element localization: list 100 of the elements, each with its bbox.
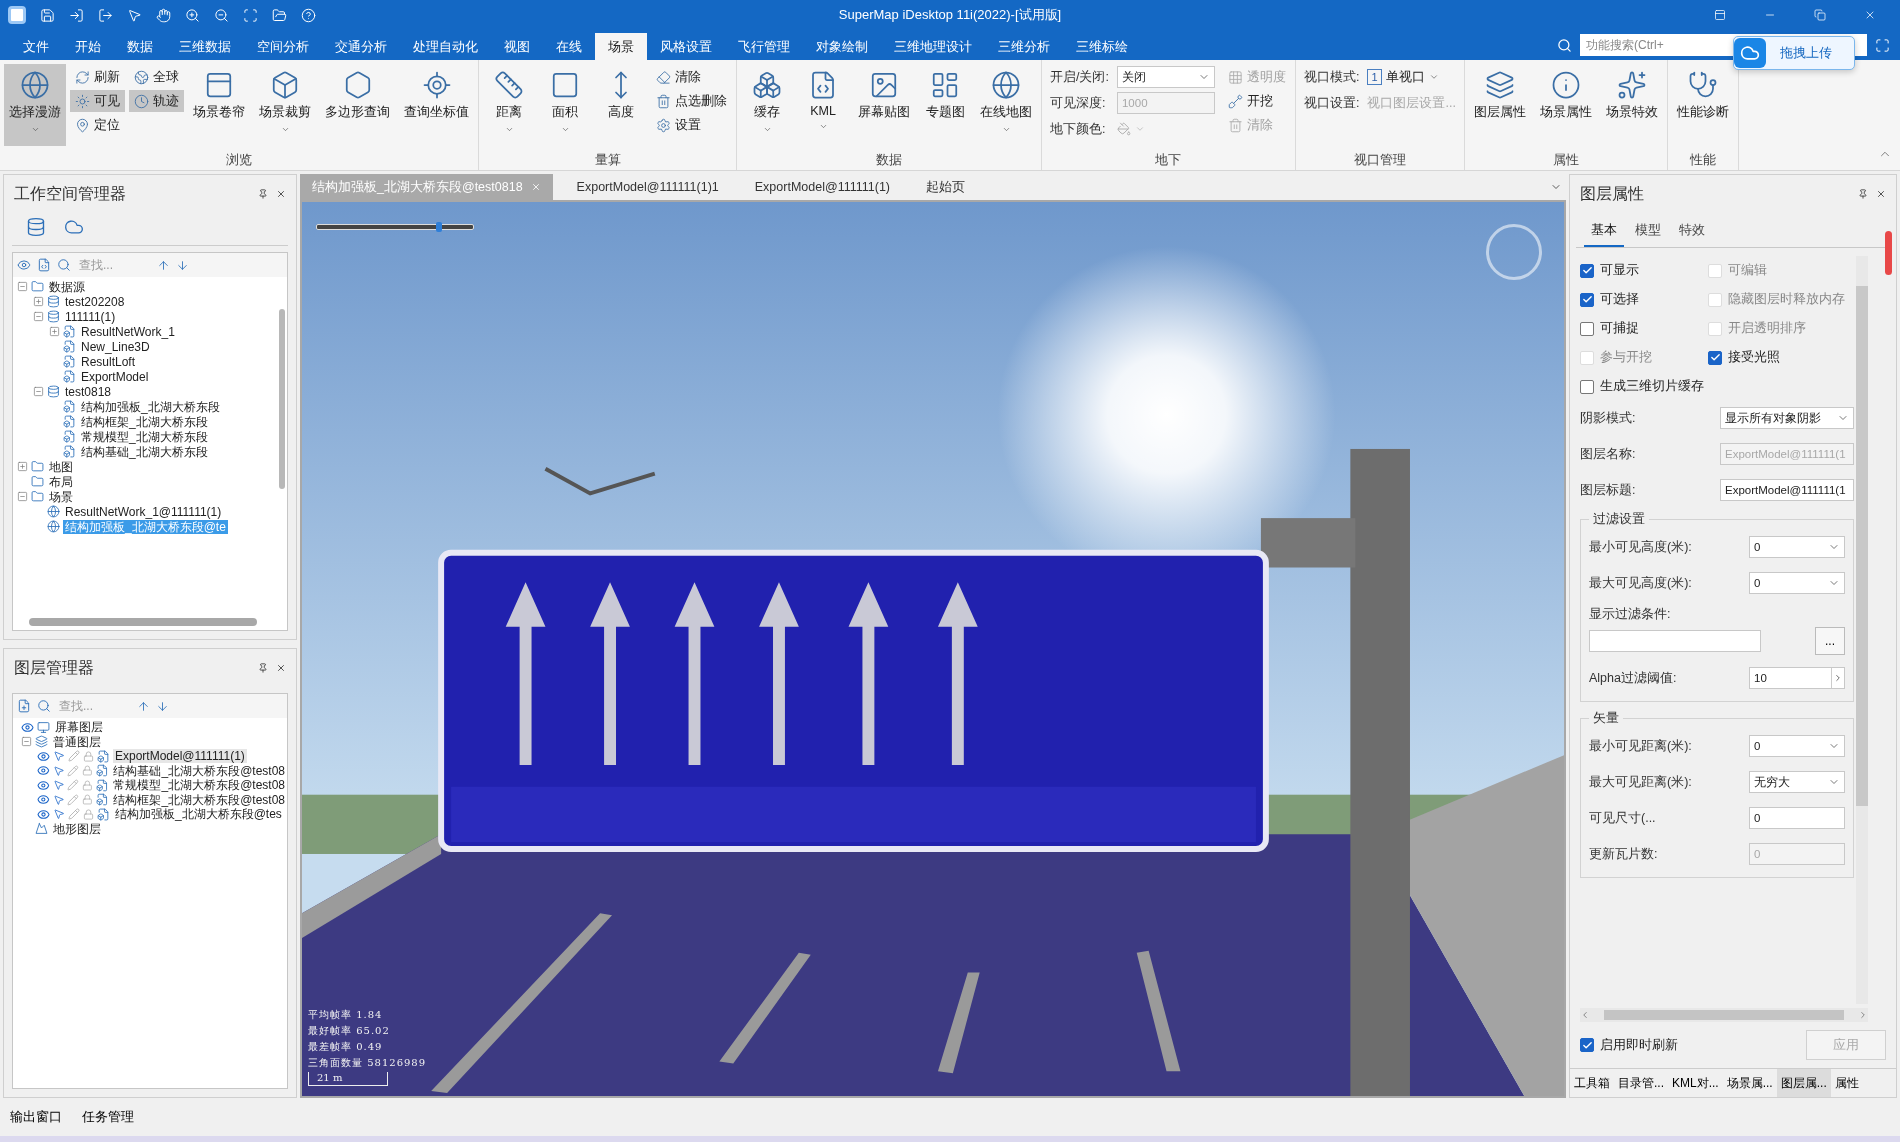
checkbox-option[interactable]: 接受光照 [1708, 349, 1854, 366]
menu-tab[interactable]: 空间分析 [244, 33, 322, 60]
layer-item[interactable]: ExportModel@111111(1) [113, 749, 247, 764]
status-tab[interactable]: 任务管理 [82, 1108, 134, 1126]
menu-tab[interactable]: 飞行管理 [725, 33, 803, 60]
spin-field[interactable]: 10 [1749, 667, 1845, 689]
layer-item[interactable]: 结构加强板_北湖大桥东段@tes [113, 807, 284, 822]
panel-tab[interactable]: 图层属... [1776, 1069, 1831, 1097]
panel-tab[interactable]: 工具箱 [1570, 1069, 1614, 1097]
ribbon-button[interactable]: 场景属性 [1534, 64, 1597, 146]
ribbon-button[interactable]: 图层属性 [1468, 64, 1531, 146]
tree-item[interactable]: 布局 [47, 474, 75, 489]
ribbon-button[interactable]: 多边形查询 [320, 64, 395, 146]
dropdown-field[interactable]: 关闭 [1116, 66, 1215, 88]
tree-item[interactable]: ExportModel [79, 369, 151, 384]
search-field[interactable]: 查找... [77, 257, 151, 273]
tree-item[interactable]: 场景 [47, 489, 75, 504]
status-tab[interactable]: 输出窗口 [10, 1108, 62, 1126]
tree-item[interactable]: ResultNetWork_1 [79, 324, 177, 339]
ribbon-button[interactable]: 缓存 [741, 64, 793, 146]
layer-item[interactable]: 地形图层 [51, 821, 103, 836]
ribbon-button[interactable]: 专题图 [919, 64, 971, 146]
layer-item[interactable]: 常规模型_北湖大桥东段@test08 [111, 778, 287, 793]
tree-item[interactable]: 结构基础_北湖大桥东段 [79, 444, 210, 459]
input-field[interactable]: 0 [1749, 807, 1845, 829]
tree-item[interactable]: 常规模型_北湖大桥东段 [79, 429, 210, 444]
ribbon-button[interactable]: 定位 [70, 114, 125, 136]
menu-tab[interactable]: 处理自动化 [400, 33, 491, 60]
panel-tab[interactable]: 属性 [1830, 1069, 1863, 1097]
dropdown-field[interactable]: 0 [1749, 572, 1845, 594]
menu-tab[interactable]: 风格设置 [647, 33, 725, 60]
menu-tab[interactable]: 视图 [491, 33, 543, 60]
menu-tab[interactable]: 三维地理设计 [881, 33, 985, 60]
checkbox-option[interactable]: 生成三维切片缓存 [1580, 378, 1708, 395]
dropdown-field[interactable]: 0 [1749, 536, 1845, 558]
tree-item[interactable]: test202208 [63, 294, 127, 309]
tree-item[interactable]: 数据源 [47, 279, 87, 294]
viewport-mode-menu[interactable]: 1 单视口 [1367, 66, 1456, 88]
ribbon-button[interactable]: 设置 [651, 114, 732, 136]
panel-tab[interactable]: 模型 [1628, 217, 1668, 247]
checkbox-option[interactable]: 可选择 [1580, 291, 1708, 308]
document-tab[interactable]: ExportModel@111111(1) [742, 174, 902, 200]
menu-tab[interactable]: 三维数据 [166, 33, 244, 60]
upload-popup[interactable]: 拖拽上传 [1733, 36, 1855, 70]
ribbon-button[interactable]: 屏幕贴图 [853, 64, 915, 146]
menu-tab[interactable]: 开始 [62, 33, 114, 60]
ribbon-button[interactable]: 全球 [129, 66, 184, 88]
checkbox-option[interactable]: 可捕捉 [1580, 320, 1708, 337]
ribbon-button[interactable]: 场景特效 [1600, 64, 1663, 146]
ribbon-button[interactable]: 点选删除 [651, 90, 732, 112]
ribbon-button[interactable]: 查询坐标值 [399, 64, 474, 146]
ribbon-button[interactable]: 刷新 [70, 66, 125, 88]
checkbox-option[interactable]: 可显示 [1580, 262, 1708, 279]
panel-tab[interactable]: KML对... [1668, 1069, 1723, 1097]
document-tab[interactable]: 起始页 [914, 174, 977, 200]
menu-tab[interactable]: 场景 [595, 33, 647, 60]
ribbon-button[interactable]: 清除 [651, 66, 732, 88]
ribbon-button[interactable]: 在线地图 [975, 64, 1037, 146]
panel-tab[interactable]: 基本 [1584, 217, 1624, 247]
ribbon-button[interactable]: 面积 [539, 64, 591, 146]
panel-tab[interactable]: 目录管... [1614, 1069, 1668, 1097]
layer-item[interactable]: 屏幕图层 [53, 720, 105, 735]
dropdown-field[interactable]: 无穷大 [1749, 771, 1845, 793]
layer-item[interactable]: 结构框架_北湖大桥东段@test08 [111, 792, 287, 807]
tree-item[interactable]: 111111(1) [63, 309, 118, 324]
tree-item[interactable]: 结构加强板_北湖大桥东段 [79, 399, 222, 414]
ribbon-button[interactable]: 高度 [595, 64, 647, 146]
menu-tab[interactable]: 交通分析 [322, 33, 400, 60]
menu-tab[interactable]: 三维分析 [985, 33, 1063, 60]
tree-item[interactable]: 结构框架_北湖大桥东段 [79, 414, 210, 429]
tree-item[interactable]: ResultLoft [79, 354, 138, 369]
ribbon-button[interactable]: 轨迹 [129, 90, 184, 112]
tree-item[interactable]: test0818 [63, 384, 114, 399]
checkbox-option[interactable]: 启用即时刷新 [1580, 1036, 1678, 1054]
ribbon-button[interactable]: 场景卷帘 [188, 64, 250, 146]
browse-button[interactable]: ... [1815, 627, 1845, 655]
search-field[interactable]: 查找... [57, 698, 131, 714]
tree-item[interactable]: ResultNetWork_1@111111(1) [63, 504, 224, 519]
menu-tab[interactable]: 文件 [10, 33, 62, 60]
ribbon-button[interactable]: 距离 [483, 64, 535, 146]
layer-item[interactable]: 结构基础_北湖大桥东段@test08 [111, 763, 287, 778]
dropdown-field[interactable]: 0 [1749, 735, 1845, 757]
menu-tab[interactable]: 数据 [114, 33, 166, 60]
menu-tab[interactable]: 三维标绘 [1063, 33, 1141, 60]
panel-tab[interactable]: 场景属... [1722, 1069, 1777, 1097]
ribbon-button[interactable]: 可见 [70, 90, 125, 112]
document-tab[interactable]: ExportModel@111111(1)1 [564, 174, 731, 200]
menu-tab[interactable]: 对象绘制 [803, 33, 881, 60]
ribbon-button[interactable]: 开挖 [1222, 90, 1291, 112]
dropdown-field[interactable]: 显示所有对象阴影 [1720, 407, 1854, 429]
tree-item[interactable]: 地图 [47, 459, 75, 474]
ribbon-button[interactable]: 性能诊断 [1671, 64, 1734, 146]
ribbon-button[interactable]: 场景裁剪 [254, 64, 316, 146]
panel-tab[interactable]: 特效 [1672, 217, 1712, 247]
input-field[interactable]: ExportModel@111111(1 [1720, 479, 1854, 501]
layer-item[interactable]: 普通图层 [51, 734, 103, 749]
menu-tab[interactable]: 在线 [543, 33, 595, 60]
ribbon-button[interactable]: 选择漫游 [4, 64, 66, 146]
tree-item[interactable]: New_Line3D [79, 339, 152, 354]
ribbon-button[interactable]: KML [797, 64, 849, 146]
